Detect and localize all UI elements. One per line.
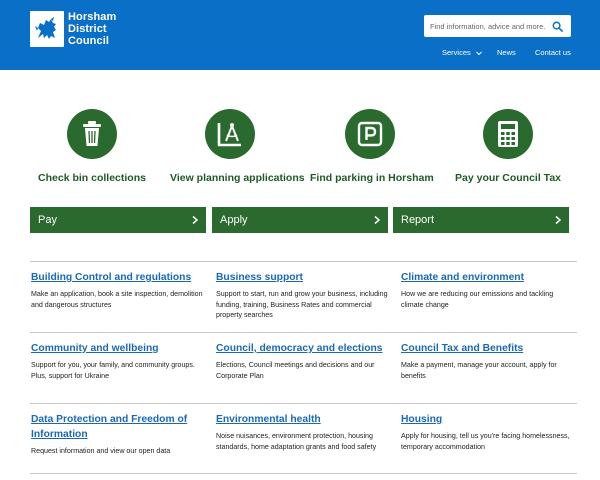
service-description: Noise nuisances, environment protection,… [216, 432, 377, 451]
search-box [424, 15, 571, 37]
search-button[interactable] [546, 15, 568, 37]
service-description: Make an application, book a site inspect… [31, 290, 203, 309]
pay-button-label: Pay [38, 214, 57, 226]
council-logo[interactable]: Horsham District Council [30, 11, 116, 47]
quick-link-bin-collections[interactable]: Check bin collections [32, 109, 152, 184]
quick-link-label: Find parking in Horsham [310, 172, 434, 184]
chevron-down-icon [475, 51, 482, 56]
service-link-council-democracy[interactable]: Council, democracy and elections [216, 341, 391, 356]
nav-news-label: News [497, 48, 516, 57]
service-item: Data Protection and Freedom of Informati… [31, 412, 191, 457]
quick-link-planning-applications[interactable]: View planning applications [170, 109, 305, 184]
site-header: Horsham District Council Services News C… [0, 0, 600, 70]
service-item: Council, democracy and elections Electio… [216, 341, 391, 381]
service-item: Environmental health Noise nuisances, en… [216, 412, 391, 452]
service-item: Building Control and regulations Make an… [31, 270, 206, 310]
service-link-data-protection[interactable]: Data Protection and Freedom of Informati… [31, 412, 191, 442]
section-divider [30, 332, 577, 333]
service-description: Apply for housing, tell us you're facing… [401, 432, 570, 451]
compass-set-square-icon [205, 109, 255, 159]
service-description: Support to start, run and grow your busi… [216, 290, 388, 319]
logo-line: Horsham [68, 11, 117, 23]
section-divider [30, 473, 577, 474]
calculator-icon [483, 109, 533, 159]
quick-link-label: View planning applications [170, 172, 305, 184]
service-description: Request information and view our open da… [31, 447, 171, 455]
service-description: How we are reducing our emissions and ta… [401, 290, 554, 309]
report-button-label: Report [401, 214, 435, 226]
search-icon [552, 21, 563, 32]
quick-link-label: Check bin collections [38, 172, 146, 184]
service-item: Council Tax and Benefits Make a payment,… [401, 341, 576, 381]
chevron-right-icon [555, 215, 562, 225]
logo-line: District [68, 23, 107, 35]
parking-sign-icon [345, 109, 395, 159]
pay-button[interactable]: Pay [30, 207, 206, 233]
section-divider [30, 403, 577, 404]
section-divider [30, 261, 577, 262]
nav-services[interactable]: Services [442, 47, 483, 59]
nav-news[interactable]: News [497, 47, 516, 59]
report-button[interactable]: Report [393, 207, 569, 233]
service-description: Support for you, your family, and commun… [31, 361, 195, 380]
apply-button-label: Apply [220, 214, 248, 226]
service-item: Business support Support to start, run a… [216, 270, 391, 321]
service-item: Community and wellbeing Support for you,… [31, 341, 206, 381]
nav-contact-us[interactable]: Contact us [535, 47, 571, 59]
quick-link-label: Pay your Council Tax [455, 172, 561, 184]
service-link-business-support[interactable]: Business support [216, 270, 391, 285]
service-item: Climate and environment How we are reduc… [401, 270, 576, 310]
chevron-right-icon [374, 215, 381, 225]
service-link-housing[interactable]: Housing [401, 412, 576, 427]
quick-link-parking[interactable]: Find parking in Horsham [310, 109, 434, 184]
bin-icon [67, 109, 117, 159]
council-name: Horsham District Council [68, 11, 116, 47]
service-link-building-control[interactable]: Building Control and regulations [31, 270, 206, 285]
service-link-environmental-health[interactable]: Environmental health [216, 412, 391, 427]
nav-contact-label: Contact us [535, 48, 571, 57]
apply-button[interactable]: Apply [212, 207, 388, 233]
nav-services-label: Services [442, 48, 471, 57]
service-item: Housing Apply for housing, tell us you'r… [401, 412, 576, 452]
search-input[interactable] [424, 16, 546, 36]
service-description: Elections, Council meetings and decision… [216, 361, 375, 380]
service-link-council-tax-benefits[interactable]: Council Tax and Benefits [401, 341, 576, 356]
chevron-right-icon [192, 215, 199, 225]
quick-link-council-tax[interactable]: Pay your Council Tax [448, 109, 568, 184]
lion-crest-icon [30, 11, 64, 47]
service-description: Make a payment, manage your account, app… [401, 361, 557, 380]
service-link-community-wellbeing[interactable]: Community and wellbeing [31, 341, 206, 356]
logo-line: Council [68, 35, 110, 47]
service-link-climate-environment[interactable]: Climate and environment [401, 270, 576, 285]
